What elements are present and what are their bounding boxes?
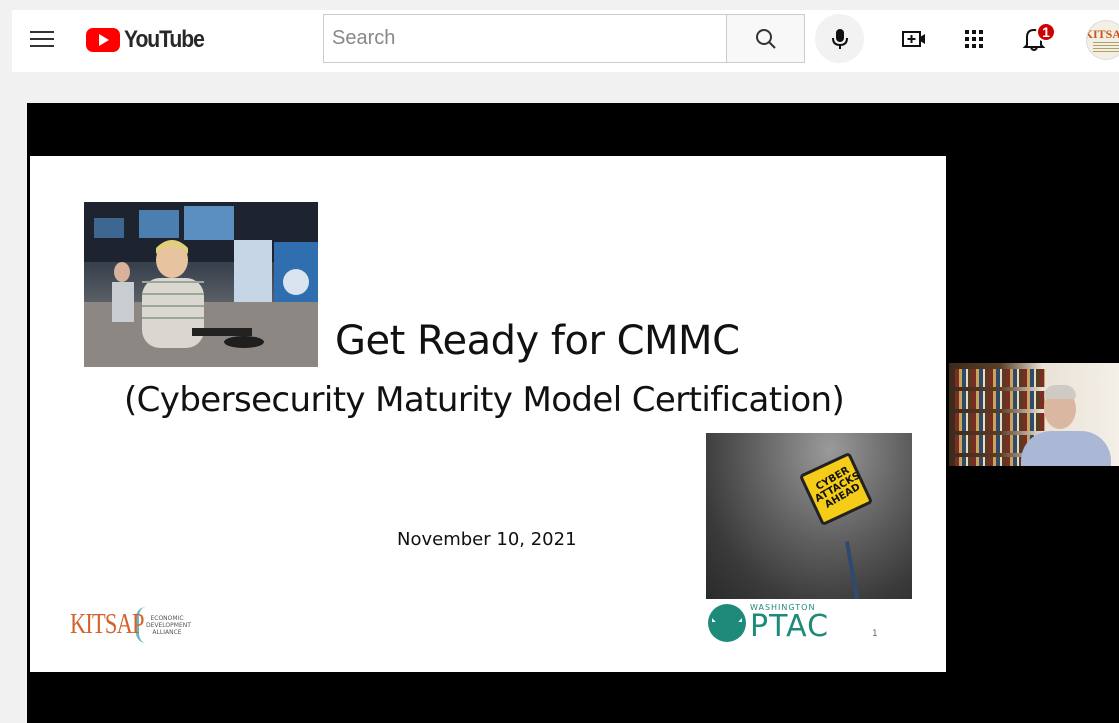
apps-grid-icon: [965, 30, 983, 48]
kitsap-tagline: ECONOMIC DEVELOPMENT ALLIANCE: [146, 614, 191, 636]
slide-title: Get Ready for CMMC: [335, 318, 740, 364]
create-button[interactable]: [897, 22, 931, 56]
mic-icon: [831, 28, 848, 49]
ptac-logo: WASHINGTON PTAC: [708, 603, 829, 642]
search-button[interactable]: [726, 14, 805, 63]
avatar-text: KITSAP: [1087, 27, 1119, 41]
kitsap-logo-text: KITSAP: [70, 609, 144, 640]
create-video-icon: [902, 31, 925, 47]
speaker-body: [1021, 431, 1111, 466]
video-player[interactable]: Get Ready for CMMC (Cybersecurity Maturi…: [27, 103, 1119, 723]
kitsap-logo: KITSAP ECONOMIC DEVELOPMENT ALLIANCE: [70, 607, 191, 643]
youtube-logo[interactable]: YouTube: [86, 26, 215, 54]
voice-search-button[interactable]: [815, 14, 864, 63]
masthead: YouTube Search 1 ITS: [12, 10, 1119, 72]
slide-date: November 10, 2021: [397, 529, 577, 550]
cyber-attacks-sign-image: CYBER ATTACKS AHEAD: [706, 433, 912, 599]
apps-button[interactable]: [957, 22, 991, 56]
slide-subtitle: (Cybersecurity Maturity Model Certificat…: [124, 380, 845, 420]
control-room-photo-art: [84, 202, 318, 367]
speaker-hair: [1044, 385, 1076, 399]
menu-line: [30, 45, 54, 47]
youtube-logo-text: YouTube: [124, 26, 205, 53]
control-room-photo: [84, 202, 318, 367]
ptac-logo-text: WASHINGTON PTAC: [750, 603, 829, 642]
menu-line: [30, 38, 54, 40]
menu-line: [30, 31, 54, 33]
search-icon: [755, 28, 776, 49]
notification-badge: 1: [1036, 22, 1056, 42]
menu-icon[interactable]: [26, 26, 58, 54]
avatar-tagline-lines: [1093, 42, 1119, 52]
presentation-slide: Get Ready for CMMC (Cybersecurity Maturi…: [30, 156, 946, 672]
speaker-webcam: [949, 363, 1119, 466]
youtube-logo-icon: [86, 28, 120, 52]
slide-page-number: 1: [872, 629, 878, 639]
search-input[interactable]: [323, 14, 727, 63]
sign-pole: [844, 541, 862, 599]
avatar[interactable]: KITSAP: [1086, 20, 1119, 60]
ptac-mountain-icon: [708, 604, 746, 642]
ptac-name: PTAC: [750, 609, 830, 644]
